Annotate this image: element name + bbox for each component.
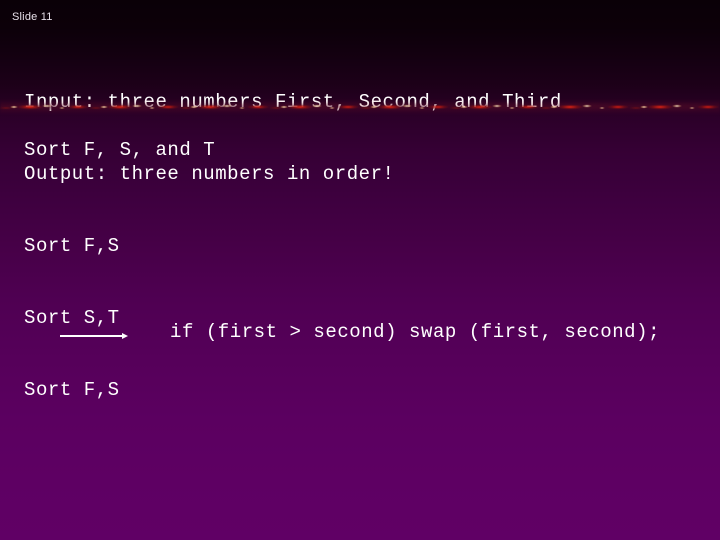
flame-divider-core [0, 96, 720, 118]
slide-number-label: Slide 11 [12, 11, 53, 23]
presentation-slide: Slide 11 Input: three numbers First, Sec… [0, 0, 720, 540]
sort-step-2: Sort S,T [24, 307, 120, 329]
flame-divider [0, 96, 720, 118]
sort-step-1: Sort F,S [24, 235, 120, 257]
code-statement: if (first > second) swap (first, second)… [170, 321, 661, 343]
sort-step-3: Sort F,S [24, 379, 120, 401]
sort-goal-line: Sort F, S, and T [24, 139, 216, 161]
sort-steps-block: Sort F,S Sort S,T Sort F,S [24, 186, 120, 450]
right-arrow-icon [60, 330, 130, 342]
output-spec-line: Output: three numbers in order! [24, 163, 395, 185]
